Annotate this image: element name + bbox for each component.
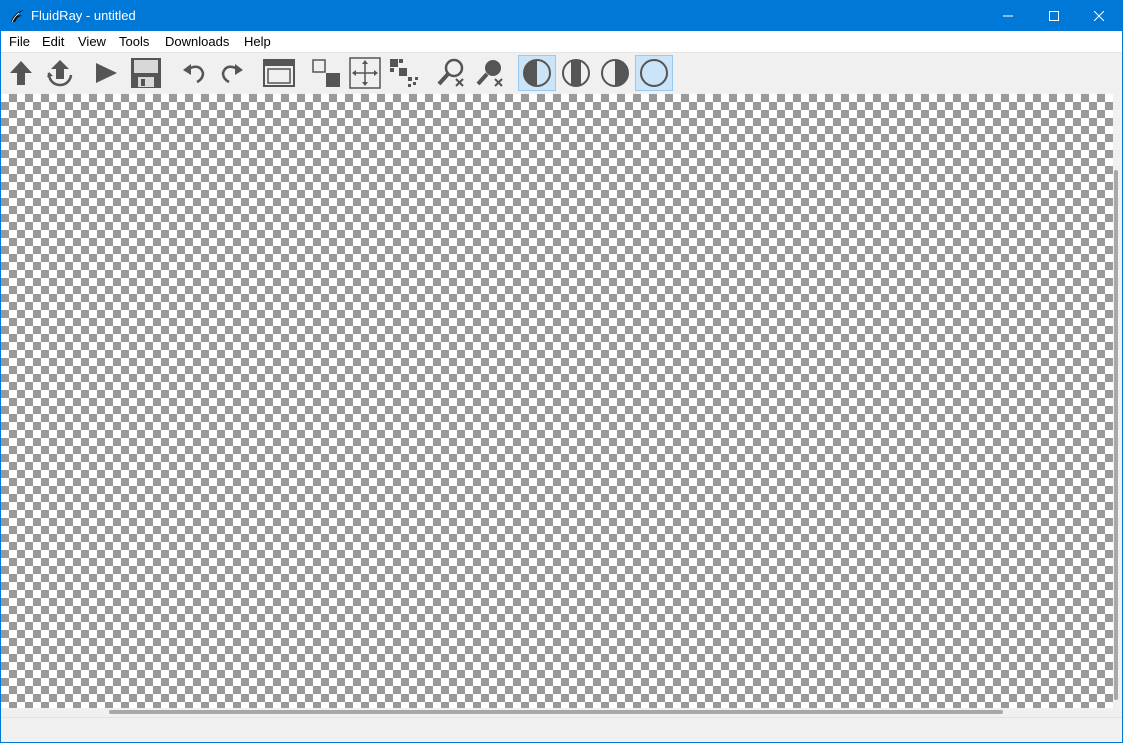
horizontal-scrollbar[interactable] bbox=[1, 708, 1113, 717]
save-icon bbox=[131, 58, 161, 88]
region-select-button[interactable] bbox=[308, 55, 344, 91]
horizontal-scroll-thumb[interactable] bbox=[109, 710, 1003, 714]
zoom-reset-button[interactable] bbox=[472, 55, 508, 91]
close-button[interactable] bbox=[1076, 1, 1122, 31]
save-button[interactable] bbox=[128, 55, 164, 91]
frame-window-button[interactable] bbox=[261, 55, 297, 91]
compare-split-button[interactable] bbox=[558, 55, 594, 91]
minimize-icon bbox=[1003, 15, 1013, 17]
undo-button[interactable] bbox=[176, 55, 212, 91]
toolbar bbox=[1, 53, 1122, 93]
split-circle-icon bbox=[562, 59, 590, 87]
upload-arrow-icon bbox=[10, 61, 32, 85]
pixel-grid-icon bbox=[390, 59, 418, 87]
minimize-button[interactable] bbox=[985, 1, 1031, 31]
render-play-button[interactable] bbox=[88, 55, 124, 91]
compare-left-button[interactable] bbox=[518, 55, 556, 91]
title-bar[interactable]: FluidRay - untitled bbox=[1, 1, 1122, 31]
half-circle-left-icon bbox=[523, 59, 551, 87]
redo-icon bbox=[221, 64, 243, 84]
vertical-scroll-thumb[interactable] bbox=[1114, 170, 1118, 700]
menu-help[interactable]: Help bbox=[243, 31, 272, 52]
full-circle-icon bbox=[640, 59, 668, 87]
redo-button[interactable] bbox=[214, 55, 250, 91]
zoom-clear-button[interactable] bbox=[433, 55, 469, 91]
region-select-icon bbox=[312, 59, 340, 87]
maximize-button[interactable] bbox=[1031, 1, 1077, 31]
menu-bar: File Edit View Tools Downloads Help bbox=[1, 31, 1122, 53]
menu-view[interactable]: View bbox=[77, 31, 107, 52]
menu-tools[interactable]: Tools bbox=[118, 31, 150, 52]
play-icon bbox=[96, 63, 117, 83]
undo-icon bbox=[183, 64, 205, 84]
refresh-upload-button[interactable] bbox=[42, 55, 78, 91]
close-icon bbox=[1094, 11, 1104, 21]
menu-edit[interactable]: Edit bbox=[41, 31, 65, 52]
fluidray-logo-icon bbox=[11, 10, 24, 23]
pixel-grid-button[interactable] bbox=[386, 55, 422, 91]
full-view-button[interactable] bbox=[635, 55, 673, 91]
upload-button[interactable] bbox=[3, 55, 39, 91]
window-title: FluidRay - untitled bbox=[31, 8, 136, 23]
compare-right-button[interactable] bbox=[597, 55, 633, 91]
vertical-scrollbar[interactable] bbox=[1113, 94, 1122, 708]
menu-downloads[interactable]: Downloads bbox=[164, 31, 230, 52]
zoom-clear-icon bbox=[437, 58, 464, 87]
refresh-upload-icon bbox=[47, 60, 73, 87]
menu-file[interactable]: File bbox=[8, 31, 31, 52]
status-bar bbox=[1, 717, 1122, 742]
app-window: FluidRay - untitled File Edit View Tools… bbox=[0, 0, 1123, 743]
render-canvas[interactable] bbox=[1, 94, 1113, 708]
zoom-reset-icon bbox=[476, 60, 503, 87]
move-arrows-icon bbox=[349, 57, 381, 89]
half-circle-right-icon bbox=[601, 59, 629, 87]
move-button[interactable] bbox=[347, 55, 383, 91]
frame-window-icon bbox=[263, 59, 295, 87]
maximize-icon bbox=[1049, 11, 1059, 21]
